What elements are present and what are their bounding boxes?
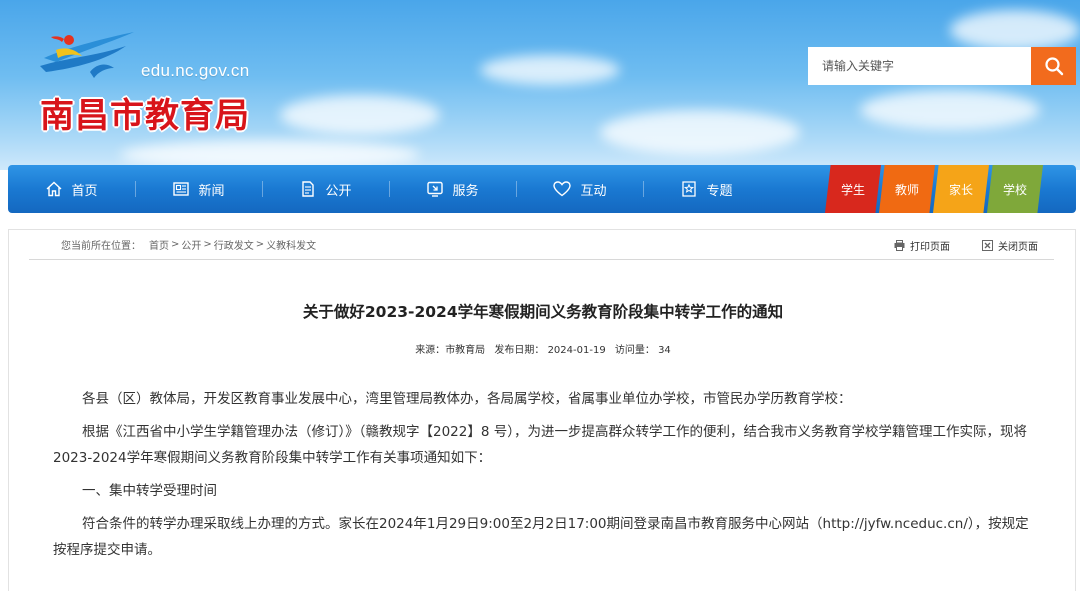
nav-item-special[interactable]: 专题 — [643, 165, 770, 213]
article-paragraph: 根据《江西省中小学生学籍管理办法（修订）》（赣教规字【2022】8 号），为进一… — [53, 424, 1027, 466]
star-icon — [682, 181, 697, 197]
meta-date-label: 发布日期： — [494, 345, 545, 356]
breadcrumb-bar: 您当前所在位置： 首页 > 公开 > 行政发文 > 义教科发文 打印页面 关闭页… — [29, 230, 1054, 260]
article-paragraph: 符合条件的转学办理采取线上办理的方式。家长在2024年1月29日9:00至2月2… — [53, 516, 1029, 558]
meta-visits: 访问量： 34 — [615, 345, 671, 356]
meta-date-value: 2024-01-19 — [547, 345, 606, 356]
nav-item-interaction[interactable]: 互动 — [516, 165, 643, 213]
meta-visits-label: 访问量： — [614, 345, 655, 356]
nav-label: 首页 — [71, 183, 98, 199]
cloud-decoration — [860, 90, 1040, 130]
service-icon — [427, 181, 444, 197]
search-bar — [808, 47, 1076, 85]
heart-icon — [553, 181, 572, 197]
article-container: 您当前所在位置： 首页 > 公开 > 行政发文 > 义教科发文 打印页面 关闭页… — [8, 229, 1076, 591]
main-nav: 首页 新闻 公开 服务 互动 专题 学生 教师 家长 学校 — [8, 165, 1076, 213]
nav-label: 公开 — [325, 183, 352, 199]
close-page-label: 关闭页面 — [998, 241, 1038, 253]
site-header: edu.nc.gov.cn 南昌市教育局 — [0, 0, 1080, 170]
logo-emblem-icon — [40, 32, 134, 78]
article-title: 关于做好2023-2024学年寒假期间义务教育阶段集中转学工作的通知 — [302, 303, 784, 321]
role-tab-school[interactable]: 学校 — [987, 165, 1043, 213]
newspaper-icon — [173, 182, 190, 196]
breadcrumb: 您当前所在位置： 首页 > 公开 > 行政发文 > 义教科发文 — [61, 237, 316, 252]
article-paragraph: 各县（区）教体局，开发区教育事业发展中心，湾里管理局教体办，各局属学校，省属事业… — [82, 391, 852, 407]
breadcrumb-separator: > — [255, 239, 265, 250]
nav-item-public[interactable]: 公开 — [262, 165, 389, 213]
cloud-decoration — [600, 110, 800, 155]
cloud-decoration — [480, 55, 620, 85]
breadcrumb-item-home[interactable]: 首页 — [149, 237, 169, 252]
breadcrumb-item-compulsory-edu-docs[interactable]: 义教科发文 — [266, 237, 316, 252]
cloud-decoration — [950, 10, 1080, 50]
cloud-decoration — [280, 95, 440, 135]
article-section-heading: 一、集中转学受理时间 — [82, 483, 217, 499]
site-title: 南昌市教育局 — [40, 96, 250, 136]
role-tab-parent[interactable]: 家长 — [933, 165, 989, 213]
meta-source: 来源：市教育局 — [415, 345, 485, 356]
search-button[interactable] — [1031, 47, 1076, 85]
print-page-button[interactable]: 打印页面 — [894, 238, 950, 253]
nav-item-home[interactable]: 首页 — [8, 165, 135, 213]
nav-label: 专题 — [706, 183, 733, 199]
search-input[interactable] — [808, 47, 1031, 85]
article-body: 各县（区）教体局，开发区教育事业发展中心，湾里管理局教体办，各局属学校，省属事业… — [53, 386, 1033, 570]
breadcrumb-separator: > — [171, 239, 180, 250]
meta-source-label: 来源： — [415, 345, 446, 356]
close-icon — [982, 239, 993, 251]
meta-visits-value: 34 — [658, 345, 671, 356]
breadcrumb-separator: > — [203, 239, 212, 250]
nav-item-service[interactable]: 服务 — [389, 165, 516, 213]
document-icon — [302, 181, 315, 197]
nav-label: 新闻 — [198, 183, 225, 199]
meta-date: 发布日期： 2024-01-19 — [494, 345, 605, 356]
nav-label: 服务 — [452, 183, 479, 199]
role-tabs: 学生 教师 家长 学校 — [825, 165, 1043, 213]
site-domain: edu.nc.gov.cn — [141, 61, 250, 80]
close-page-button[interactable]: 关闭页面 — [982, 238, 1038, 253]
search-icon — [1044, 57, 1063, 76]
meta-source-value: 市教育局 — [445, 345, 486, 356]
nav-item-news[interactable]: 新闻 — [135, 165, 262, 213]
nav-label: 互动 — [580, 183, 607, 199]
breadcrumb-item-admin-docs[interactable]: 行政发文 — [214, 237, 254, 252]
home-icon — [47, 181, 62, 197]
role-tab-student[interactable]: 学生 — [825, 165, 881, 213]
print-page-label: 打印页面 — [910, 241, 950, 253]
breadcrumb-item-public[interactable]: 公开 — [181, 237, 201, 252]
print-icon — [894, 239, 905, 251]
breadcrumb-label: 您当前所在位置： — [61, 241, 141, 252]
role-tab-teacher[interactable]: 教师 — [879, 165, 935, 213]
site-logo[interactable]: edu.nc.gov.cn 南昌市教育局 — [36, 28, 276, 138]
article-meta: 来源：市教育局 发布日期： 2024-01-19 访问量： 34 — [9, 341, 1077, 356]
page-tools: 打印页面 关闭页面 — [862, 230, 1038, 260]
